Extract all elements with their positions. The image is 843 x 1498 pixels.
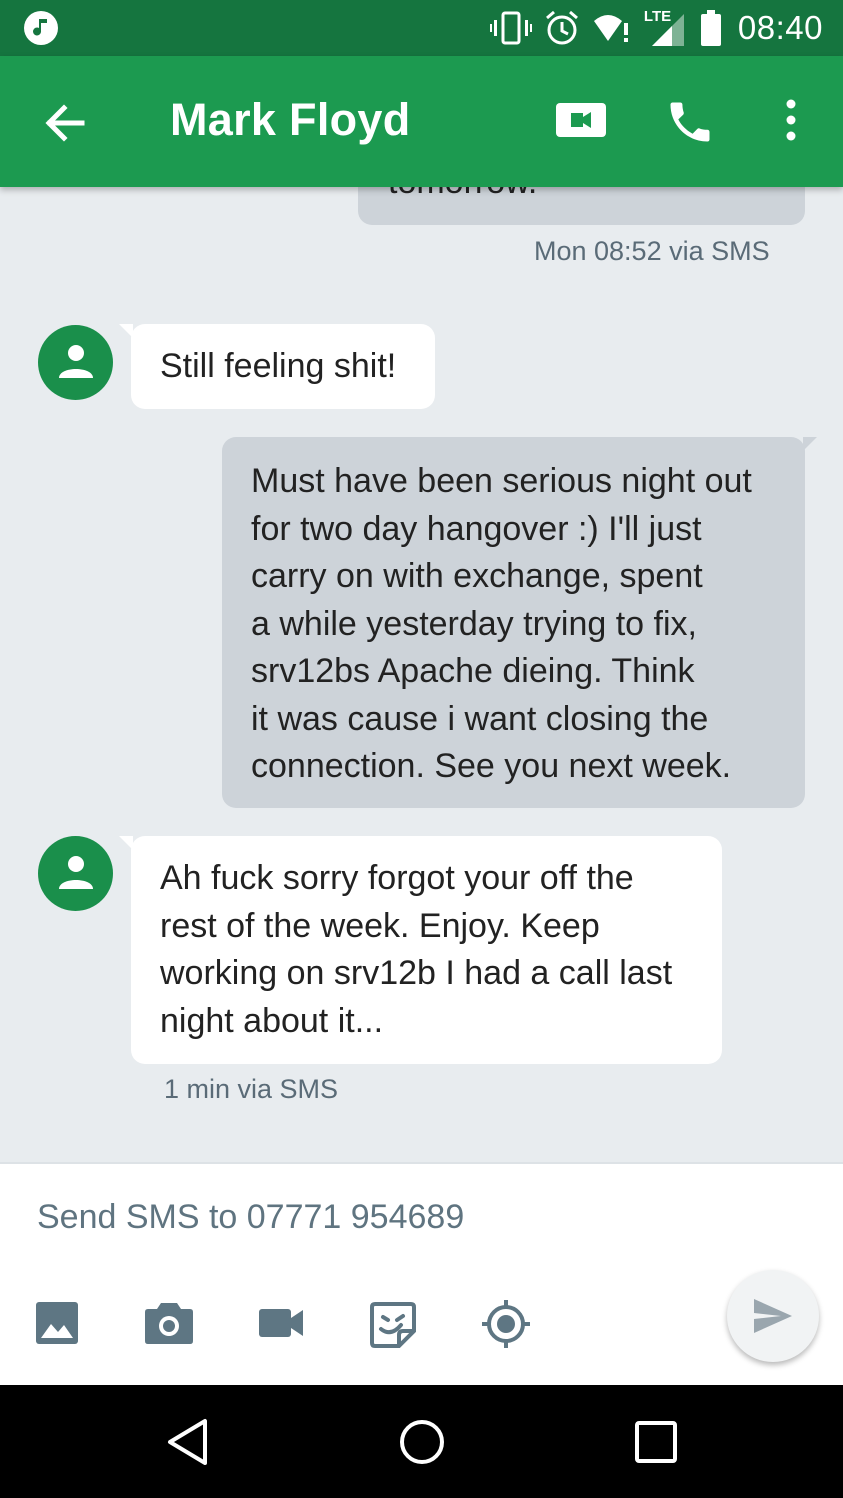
message-text: tomorrow.	[388, 187, 777, 207]
alarm-icon	[545, 10, 578, 45]
message-line: srv12bs Apache dieing. Think	[251, 652, 695, 690]
outgoing-message-bubble[interactable]: Must have been serious night out for two…	[222, 437, 817, 808]
send-icon	[754, 1299, 792, 1333]
contact-name[interactable]: Mark Floyd	[170, 94, 411, 146]
message-line: working on srv12b I had a call last	[160, 954, 673, 992]
status-icons: LTE 08:40	[489, 8, 823, 48]
vibrate-icon	[489, 11, 532, 45]
video-icon[interactable]	[259, 1307, 305, 1344]
message-line: rest of the week. Enjoy. Keep	[160, 906, 600, 945]
conversation-list[interactable]: tomorrow. Mon 08:52 via SMS Still feelin…	[0, 187, 843, 1162]
navigation-bar	[0, 1385, 843, 1498]
incoming-message-bubble[interactable]: Still feeling shit!	[119, 324, 435, 409]
message-line: it was cause i want closing the	[251, 699, 709, 738]
recents-square-icon[interactable]	[634, 1417, 678, 1472]
message-line: carry on with exchange, spent	[251, 557, 703, 595]
phone-icon[interactable]	[664, 96, 716, 153]
message-text: Still feeling shit!	[160, 347, 397, 385]
contact-avatar[interactable]	[38, 325, 113, 400]
location-icon[interactable]	[480, 1298, 532, 1355]
outgoing-message-bubble[interactable]: tomorrow.	[358, 187, 805, 225]
more-vert-icon[interactable]	[776, 98, 806, 147]
send-button[interactable]	[727, 1270, 819, 1362]
message-line: Must have been serious night out	[251, 462, 752, 500]
sms-input[interactable]: Send SMS to 07771 954689	[37, 1198, 464, 1237]
back-triangle-icon[interactable]	[165, 1417, 211, 1472]
music-icon	[24, 11, 58, 45]
incoming-message-bubble[interactable]: Ah fuck sorry forgot your off the rest o…	[119, 836, 722, 1064]
back-arrow-icon[interactable]	[40, 98, 90, 148]
home-circle-icon[interactable]	[399, 1417, 445, 1472]
message-line: Ah fuck sorry forgot your off the	[160, 859, 634, 897]
sticker-icon[interactable]	[369, 1301, 417, 1354]
message-line: connection. See you next week.	[251, 747, 732, 785]
battery-icon	[700, 10, 721, 46]
message-meta: 1 min via SMS	[164, 1074, 339, 1104]
contact-avatar[interactable]	[38, 836, 113, 911]
signal-icon: LTE	[644, 8, 688, 48]
status-time: 08:40	[737, 9, 823, 46]
video-call-icon[interactable]	[553, 98, 609, 147]
message-meta: Mon 08:52 via SMS	[534, 236, 770, 266]
status-bar: LTE 08:40	[0, 0, 843, 56]
message-line: a while yesterday trying to fix,	[251, 604, 697, 643]
camera-icon[interactable]	[145, 1301, 193, 1350]
message-line: night about it...	[160, 1001, 384, 1040]
app-bar: Mark Floyd	[0, 56, 843, 187]
wifi-icon	[593, 15, 628, 42]
gallery-icon[interactable]	[35, 1301, 79, 1350]
message-line: for two day hangover :) I'll just	[251, 509, 702, 548]
compose-bar: Send SMS to 07771 954689	[0, 1162, 843, 1385]
